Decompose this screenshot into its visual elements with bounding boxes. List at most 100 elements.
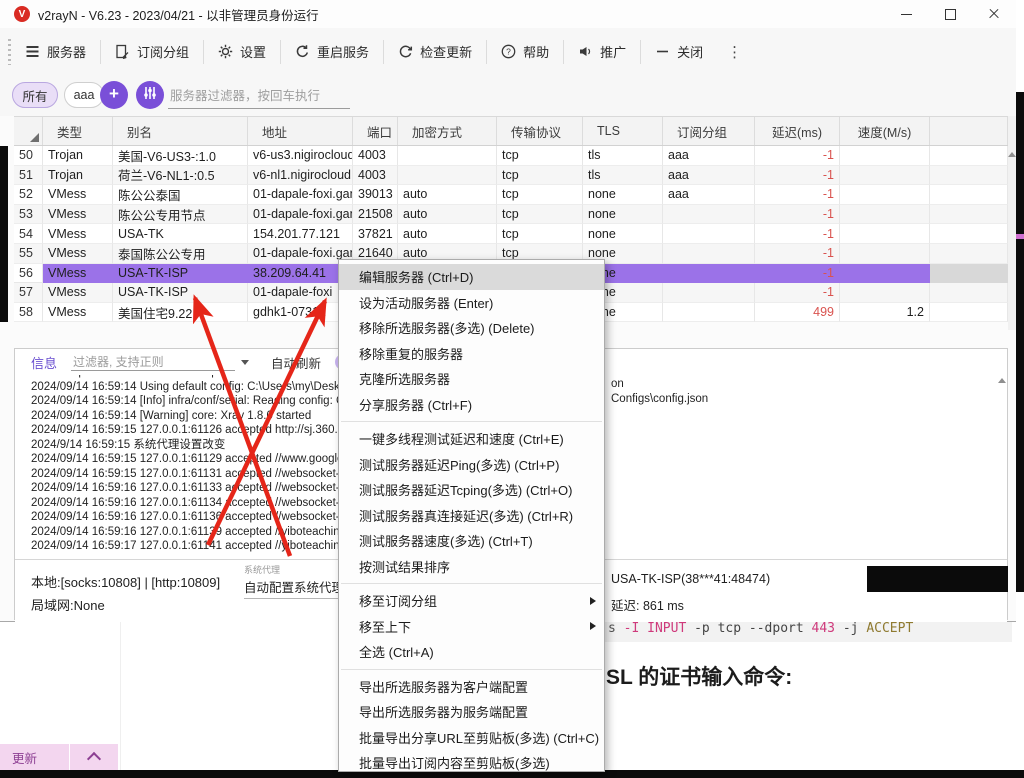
toolbar-restart-button[interactable]: 重启服务 [281, 28, 383, 75]
cell-delay: -1 [755, 166, 840, 186]
window-controls [884, 0, 1016, 28]
cell-group [663, 244, 755, 264]
info-label: 信息 [31, 353, 57, 372]
column-header[interactable]: 延迟(ms) [755, 117, 840, 145]
update-icon [398, 44, 413, 59]
help-icon: ? [501, 44, 516, 59]
minimize-button[interactable] [884, 0, 928, 28]
server-filter-input[interactable] [168, 84, 350, 109]
tab-all-servers[interactable]: 所有 [12, 82, 58, 108]
minus-icon [655, 44, 670, 59]
menu-item[interactable]: 一键多线程测试延迟和速度 (Ctrl+E) [339, 426, 604, 452]
cell-type: Trojan [43, 146, 113, 166]
add-group-button[interactable]: + [100, 81, 128, 109]
menu-item[interactable]: 移除所选服务器(多选) (Delete) [339, 315, 604, 341]
maximize-button[interactable] [928, 0, 972, 28]
cell-speed [840, 244, 930, 264]
cell-filler [930, 205, 1008, 225]
subscription-icon [115, 44, 130, 59]
cell-group [663, 283, 755, 303]
cell-filler [930, 303, 1008, 323]
cell-group: aaa [663, 146, 755, 166]
dropdown-arrow-icon[interactable] [241, 360, 249, 365]
toolbar-promotion-button[interactable]: 推广 [564, 28, 640, 75]
cell-alias: 泰国陈公公专用 [113, 244, 248, 264]
cell-port: 21508 [353, 205, 398, 225]
tab-group-aaa[interactable]: aaa [64, 82, 104, 108]
menu-item[interactable]: 批量导出订阅内容至剪贴板(多选) [339, 750, 604, 776]
scroll-up-icon[interactable] [1008, 152, 1016, 157]
menu-item-label: 测试服务器延迟Tcping(多选) (Ctrl+O) [359, 480, 572, 499]
menu-item[interactable]: 克隆所选服务器 [339, 366, 604, 392]
table-row[interactable]: 52VMess陈公公泰国01-dapale-foxi.gan39013autot… [14, 185, 1008, 205]
menu-item-label: 测试服务器速度(多选) (Ctrl+T) [359, 531, 533, 550]
column-header[interactable]: 加密方式 [398, 117, 497, 145]
column-header[interactable]: 速度(M/s) [840, 117, 930, 145]
menu-item[interactable]: 测试服务器速度(多选) (Ctrl+T) [339, 528, 604, 554]
column-header[interactable]: 端口 [353, 117, 398, 145]
toolbar-servers-button[interactable]: 服务器 [11, 28, 100, 75]
menu-separator [341, 421, 602, 422]
collapse-toast-button[interactable] [70, 744, 118, 770]
menu-item[interactable]: 全选 (Ctrl+A) [339, 639, 604, 665]
menu-item[interactable]: 按测试结果排序 [339, 554, 604, 580]
menu-item[interactable]: 分享服务器 (Ctrl+F) [339, 392, 604, 418]
column-header-filler [930, 117, 1008, 145]
cell-type: VMess [43, 185, 113, 205]
cell-transport: tcp [497, 166, 583, 186]
update-button[interactable]: 更新 [0, 744, 69, 770]
menu-item[interactable]: 测试服务器真连接延迟(多选) (Ctrl+R) [339, 503, 604, 529]
column-header[interactable]: 订阅分组 [663, 117, 755, 145]
column-header[interactable]: 类型 [43, 117, 113, 145]
chevron-up-icon [87, 752, 101, 766]
cell-transport: tcp [497, 224, 583, 244]
cell-speed [840, 185, 930, 205]
cell-filler [930, 224, 1008, 244]
menu-item-label: 测试服务器延迟Ping(多选) (Ctrl+P) [359, 455, 559, 474]
tune-filter-button[interactable] [136, 81, 164, 109]
column-header[interactable]: TLS [583, 117, 663, 145]
cell-index: 57 [14, 283, 43, 303]
more-options-button[interactable]: ⋮ [717, 43, 752, 61]
log-filter-input[interactable] [71, 354, 235, 371]
table-row[interactable]: 51Trojan荷兰-V6-NL1-:0.5v6-nl1.nigirocloud… [14, 166, 1008, 186]
table-scrollbar[interactable] [1008, 116, 1016, 330]
cell-index: 51 [14, 166, 43, 186]
desktop-strip [0, 146, 8, 322]
column-header[interactable]: 别名 [113, 117, 248, 145]
toolbar-close-button[interactable]: 关闭 [641, 28, 717, 75]
toolbar-settings-button[interactable]: 设置 [204, 28, 280, 75]
command-token: -I INPUT [624, 621, 694, 636]
minimize-icon [901, 14, 912, 15]
submenu-arrow-icon [590, 597, 596, 605]
active-server-status: USA-TK-ISP(38***41:48474) [611, 572, 770, 586]
close-button[interactable] [972, 0, 1016, 28]
gear-icon [218, 44, 233, 59]
toolbar-check-update-button[interactable]: 检查更新 [384, 28, 486, 75]
cell-alias: 美国住宅9.22 [113, 303, 248, 323]
table-row[interactable]: 50Trojan美国-V6-US3-:1.0v6-us3.nigirocloud… [14, 146, 1008, 166]
select-all-corner[interactable] [14, 117, 43, 145]
menu-item[interactable]: 导出所选服务器为客户端配置 [339, 674, 604, 700]
menu-item-label: 按测试结果排序 [359, 557, 450, 576]
menu-item[interactable]: 批量导出分享URL至剪贴板(多选) (Ctrl+C) [339, 725, 604, 751]
cell-port: 4003 [353, 146, 398, 166]
menu-item[interactable]: 移除重复的服务器 [339, 341, 604, 367]
menu-item[interactable]: 设为活动服务器 (Enter) [339, 290, 604, 316]
menu-item[interactable]: 导出所选服务器为服务端配置 [339, 699, 604, 725]
cell-speed [840, 283, 930, 303]
toolbar-subscription-group-button[interactable]: 订阅分组 [101, 28, 203, 75]
menu-item[interactable]: 测试服务器延迟Tcping(多选) (Ctrl+O) [339, 477, 604, 503]
menu-item[interactable]: 测试服务器延迟Ping(多选) (Ctrl+P) [339, 452, 604, 478]
table-row[interactable]: 54VMessUSA-TK154.201.77.12137821autotcpn… [14, 224, 1008, 244]
table-row[interactable]: 53VMess陈公公专用节点01-dapale-foxi.gan21508aut… [14, 205, 1008, 225]
cell-speed [840, 146, 930, 166]
auto-refresh-label: 自动刷新 [271, 353, 321, 372]
column-header[interactable]: 地址 [248, 117, 353, 145]
menu-item[interactable]: 移至订阅分组 [339, 588, 604, 614]
menu-item[interactable]: 编辑服务器 (Ctrl+D) [339, 264, 604, 290]
toolbar-help-button[interactable]: ? 帮助 [487, 28, 563, 75]
system-proxy-select[interactable]: 自动配置系统代理 [244, 577, 344, 599]
menu-item[interactable]: 移至上下 [339, 614, 604, 640]
column-header[interactable]: 传输协议 [497, 117, 583, 145]
